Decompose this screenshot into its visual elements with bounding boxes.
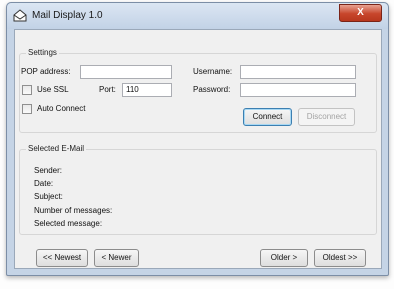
use-ssl-label[interactable]: Use SSL	[37, 85, 69, 94]
selected-message-label: Selected message:	[34, 219, 103, 228]
close-button[interactable]: X	[339, 4, 382, 22]
older-button[interactable]: Older >	[260, 249, 308, 267]
port-label: Port:	[99, 85, 116, 94]
use-ssl-checkbox[interactable]	[22, 85, 32, 95]
title-bar[interactable]: Mail Display 1.0 X	[7, 3, 388, 29]
oldest-button[interactable]: Oldest >>	[314, 249, 366, 267]
password-input[interactable]	[240, 83, 356, 97]
subject-label: Subject:	[34, 192, 63, 201]
selected-email-group-title: Selected E-Mail	[26, 144, 87, 153]
settings-group-title: Settings	[26, 48, 59, 57]
client-area: Settings POP address: Username: Use SSL …	[14, 29, 382, 269]
window-title: Mail Display 1.0	[32, 10, 103, 21]
password-label: Password:	[193, 85, 231, 94]
newer-button[interactable]: < Newer	[94, 249, 139, 267]
settings-group: Settings POP address: Username: Use SSL …	[19, 48, 377, 133]
auto-connect-checkbox[interactable]	[22, 104, 32, 114]
sender-label: Sender:	[34, 166, 63, 175]
disconnect-button[interactable]: Disconnect	[298, 108, 355, 126]
newest-button[interactable]: << Newest	[36, 249, 88, 267]
auto-connect-label[interactable]: Auto Connect	[37, 104, 85, 113]
pop-address-input[interactable]	[80, 65, 172, 79]
mail-display-window: Mail Display 1.0 X Settings POP address:…	[6, 2, 389, 276]
close-icon: X	[357, 7, 364, 18]
username-input[interactable]	[240, 65, 356, 79]
username-label: Username:	[193, 67, 233, 76]
number-of-messages-label: Number of messages:	[34, 206, 113, 215]
connect-button[interactable]: Connect	[243, 108, 292, 126]
mail-envelope-icon	[13, 9, 27, 22]
pop-address-label: POP address:	[21, 67, 71, 76]
date-label: Date:	[34, 179, 54, 188]
port-input[interactable]: 110	[122, 83, 172, 97]
